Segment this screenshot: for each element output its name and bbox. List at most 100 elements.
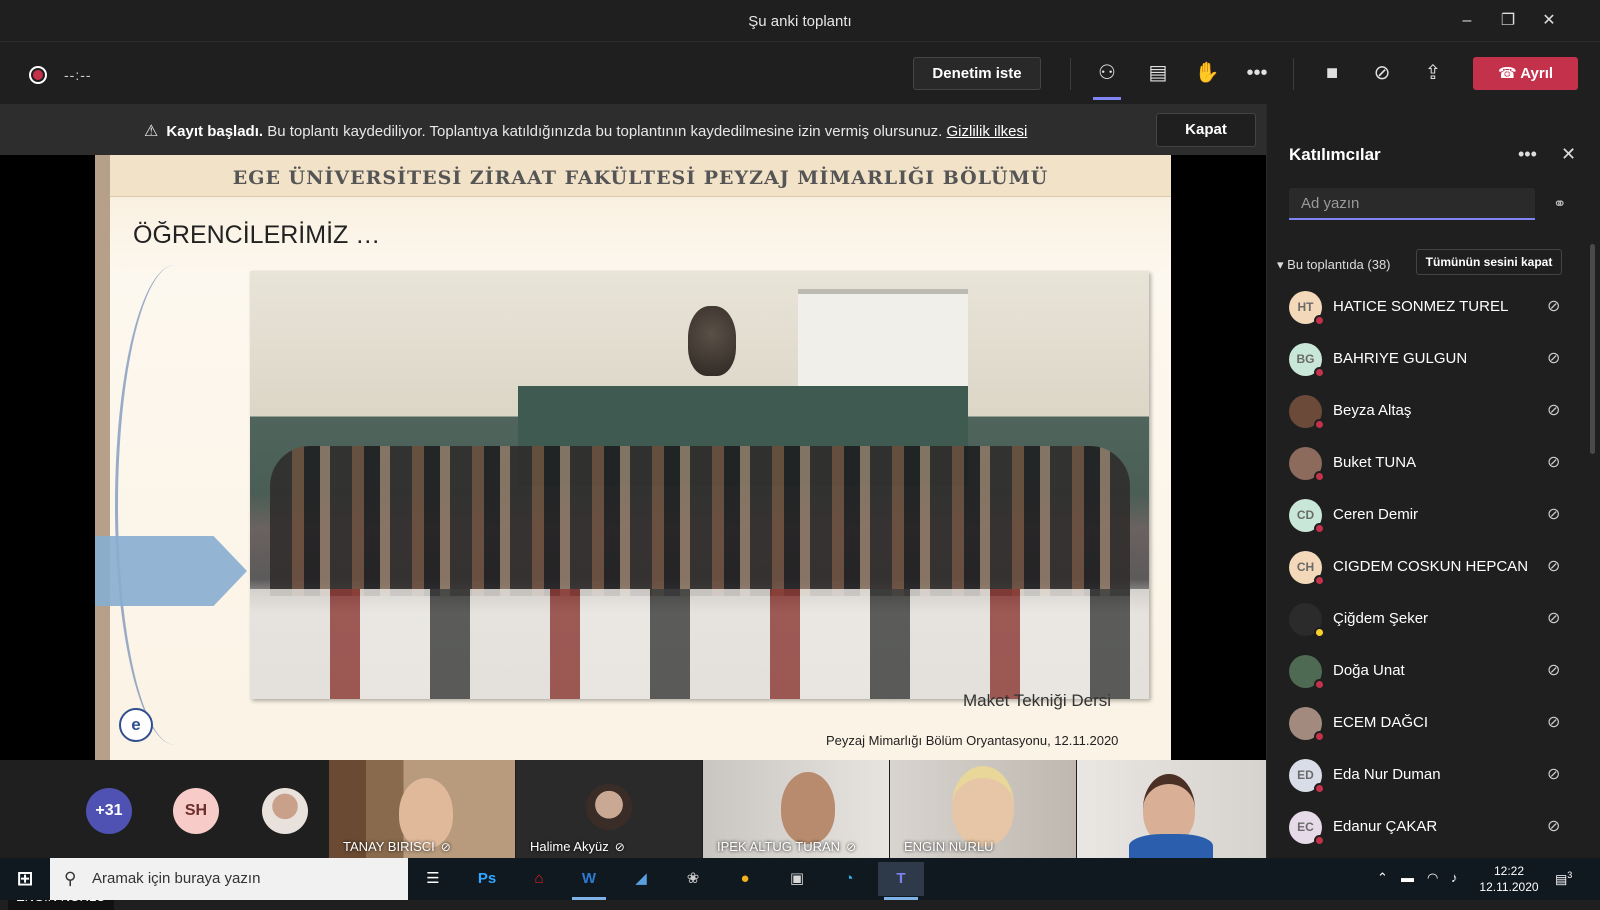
participant-row[interactable]: EC Edanur ÇAKAR ⊘ [1267,801,1587,853]
mic-muted-icon[interactable]: ⊘ [1547,816,1560,836]
participant-row[interactable]: ED Eda Nur Duman ⊘ [1267,749,1587,801]
participant-row[interactable]: BG BAHRIYE GULGUN ⊘ [1267,333,1587,385]
tile-name: TANAY BIRISCI ⊘ [343,839,451,854]
notification-icon[interactable]: ▤3 [1555,870,1572,887]
volume-icon[interactable]: ♪ [1451,870,1458,885]
more-participants-button[interactable]: +31 [86,788,132,834]
mic-muted-icon[interactable]: ⊘ [1547,660,1560,680]
window-title: Şu anki toplantı [748,13,852,30]
classroom-desks [250,589,1149,699]
participant-search-input[interactable] [1289,188,1535,220]
presence-status-icon [1314,627,1325,638]
video-tile[interactable]: TANAY BIRISCI ⊘ [329,760,515,858]
participant-name: BAHRIYE GULGUN [1333,350,1468,367]
restore-icon[interactable]: ❐ [1497,10,1519,32]
mic-muted-icon[interactable]: ⊘ [1367,58,1397,88]
mic-muted-icon[interactable]: ⊘ [1547,556,1560,576]
meeting-toolbar: --:-- Denetim iste ⚇ ▤ ✋ ••• ■ ⊘ ⇪ ☎ Ayr… [0,42,1600,104]
video-tile[interactable]: Halime Akyüz ⊘ [516,760,702,858]
participant-row[interactable]: CH CIGDEM COSKUN HEPCAN ⊘ [1267,541,1587,593]
video-tile[interactable]: ENGIN NURLU [890,760,1076,858]
mic-muted-icon[interactable]: ⊘ [1547,296,1560,316]
taskbar-search-box[interactable]: ⚲ Aramak için buraya yazın [50,858,408,900]
windows-start-icon[interactable]: ⊞ [2,862,48,896]
teams-icon[interactable]: T [878,862,924,900]
request-control-button[interactable]: Denetim iste [913,57,1041,90]
projector-screen [798,289,968,394]
participant-avatar: BG [1289,343,1325,378]
close-banner-button[interactable]: Kapat [1156,113,1256,147]
app-icon[interactable]: ❀ [670,862,716,896]
share-screen-icon[interactable]: ⇪ [1418,58,1448,88]
wifi-icon[interactable]: ◠ [1427,870,1438,886]
participant-row[interactable]: Doğa Unat ⊘ [1267,645,1587,697]
word-icon[interactable]: W [566,862,612,900]
close-icon[interactable]: ✕ [1538,10,1560,32]
presence-status-icon [1314,575,1325,586]
presence-status-icon [1314,835,1325,846]
participant-row[interactable]: Beyza Altaş ⊘ [1267,385,1587,437]
raise-hand-icon[interactable]: ✋ [1192,58,1222,88]
recording-indicator-icon [29,66,47,84]
chevron-up-icon[interactable]: ⌃ [1377,870,1388,886]
taskbar-clock[interactable]: 12:22 12.11.2020 [1479,863,1539,895]
panel-title: Katılımcılar [1289,145,1381,164]
privacy-policy-link[interactable]: Gizlilik ilkesi [947,123,1028,140]
participant-name: ECEM DAĞCI [1333,714,1429,731]
app-icon[interactable]: ◢ [618,862,664,896]
participant-avatar: CH [1289,551,1325,586]
participant-name: Buket TUNA [1333,454,1417,471]
mute-all-button[interactable]: Tümünün sesini kapat [1416,249,1562,275]
mic-muted-icon[interactable]: ⊘ [1547,608,1560,628]
participant-row[interactable]: Çiğdem Şeker ⊘ [1267,593,1587,645]
slide-decoration [115,265,235,745]
participants-icon[interactable]: ⚇ [1092,58,1122,100]
mic-muted-icon[interactable]: ⊘ [1547,348,1560,368]
battery-icon[interactable]: ▬ [1401,870,1414,885]
file-explorer-icon[interactable]: ▣ [774,862,820,896]
acrobat-icon[interactable]: ⌂ [516,862,562,896]
mic-muted-icon[interactable]: ⊘ [1547,712,1560,732]
slide-left-strip [95,155,110,760]
bust-sculpture [688,306,736,376]
warning-icon: ⚠ [144,123,159,140]
class-group-photo [250,271,1149,699]
participant-avatar [1289,655,1325,690]
participant-photo-avatar[interactable] [262,788,308,834]
participant-name: Doğa Unat [1333,662,1405,679]
recording-banner: ⚠ Kayıt başladı. Bu toplantı kaydediliyor… [0,104,1266,155]
task-view-icon[interactable]: ☰ [410,862,456,896]
more-options-icon[interactable]: ••• [1242,58,1272,88]
mic-muted-icon[interactable]: ⊘ [1547,452,1560,472]
section-header[interactable]: ▾ Bu toplantıda (38) [1277,257,1391,273]
mic-muted-icon[interactable]: ⊘ [1547,504,1560,524]
leave-button[interactable]: ☎ Ayrıl [1473,57,1578,90]
mic-muted-icon[interactable]: ⊘ [1547,764,1560,784]
clock-date: 12.11.2020 [1479,880,1539,894]
panel-scrollbar[interactable] [1590,244,1595,454]
chat-icon[interactable]: ▤ [1143,58,1173,88]
participant-row[interactable]: HT HATICE SONMEZ TUREL ⊘ [1267,281,1587,333]
participant-row[interactable]: CD Ceren Demir ⊘ [1267,489,1587,541]
presence-status-icon [1314,523,1325,534]
slide-caption: Maket Tekniği Dersi [963,691,1112,710]
chrome-icon[interactable]: ● [722,862,768,896]
video-tile[interactable]: IPEK ALTUG TURAN ⊘ [703,760,889,858]
photoshop-icon[interactable]: Ps [464,862,510,896]
edge-icon[interactable]: ◔ [826,862,872,896]
share-link-icon[interactable]: ⚭ [1553,194,1566,214]
presence-status-icon [1314,367,1325,378]
participant-row[interactable]: Buket TUNA ⊘ [1267,437,1587,489]
close-icon[interactable]: ✕ [1561,144,1576,165]
minimize-icon[interactable]: – [1456,10,1478,32]
participant-row[interactable]: ECEM DAĞCI ⊘ [1267,697,1587,749]
camera-icon[interactable]: ■ [1317,58,1347,88]
video-tile[interactable] [1077,760,1266,858]
meeting-timer: --:-- [64,67,92,83]
presence-status-icon [1314,471,1325,482]
toolbar-divider [1070,58,1071,90]
mic-muted-icon[interactable]: ⊘ [1547,400,1560,420]
participant-avatar[interactable]: SH [173,788,219,834]
participant-name: HATICE SONMEZ TUREL [1333,298,1509,315]
more-options-icon[interactable]: ••• [1518,144,1537,165]
